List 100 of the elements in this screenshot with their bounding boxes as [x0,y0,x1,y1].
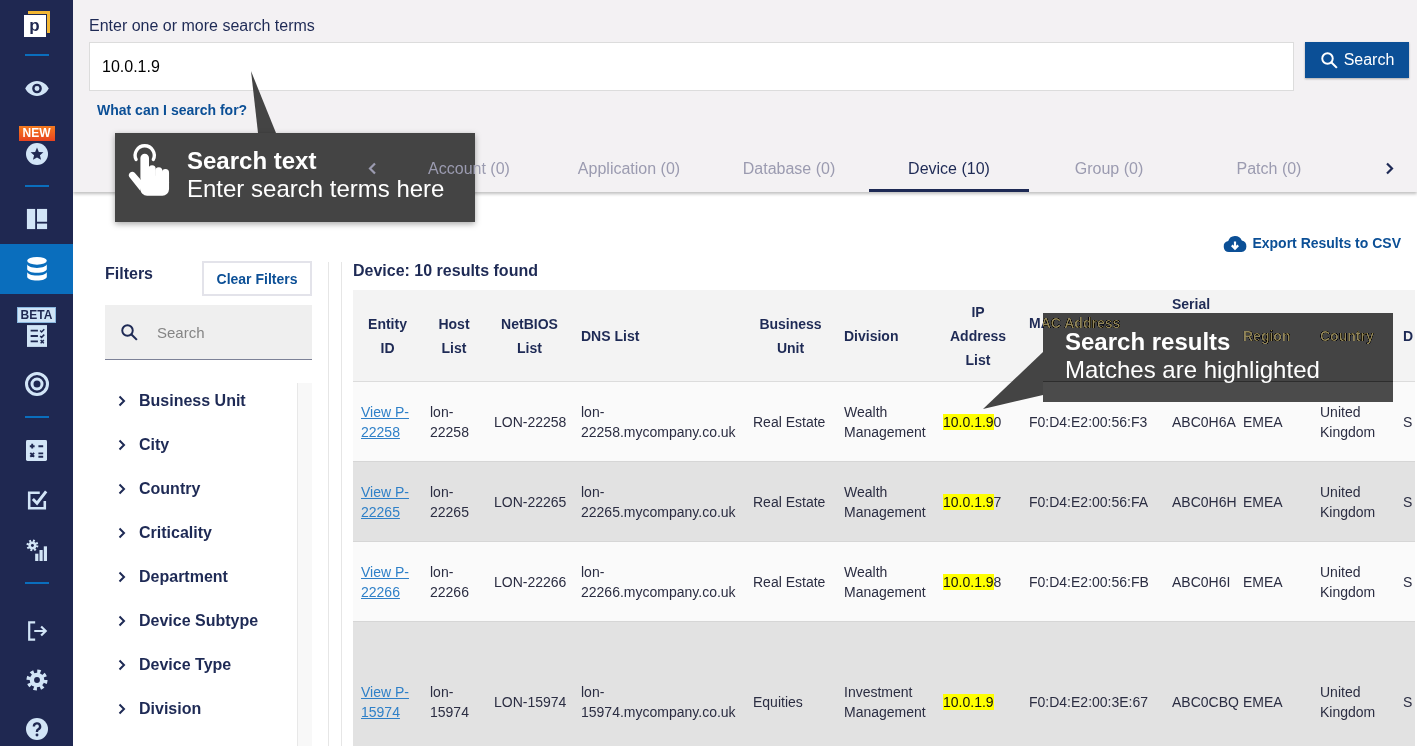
gear-chart-icon [25,539,48,561]
filter-item[interactable]: Device Type [105,643,297,687]
table-cell-text: United Kingdom [1320,482,1377,522]
table-cell-text: Equities [753,692,803,712]
resize-handle[interactable] [328,262,342,746]
column-header: Serial [1172,295,1211,314]
nav-item[interactable]: BETA [0,294,73,359]
table-cell-text: S [1403,692,1413,712]
checkbox-icon [25,489,48,511]
status-badge: BETA [16,307,57,323]
search-button[interactable]: Search [1305,42,1409,78]
column-header: DNS List [581,326,640,346]
table-cell-text: ABC0CBQ [1172,692,1239,712]
table-cell-text: lon-22265.mycompany.co.uk [581,482,737,522]
help-icon [25,717,48,740]
table-cell-text: LON-22265 [494,492,567,512]
table-cell-text: EMEA [1243,692,1283,712]
table-cell-text: EMEA [1243,412,1283,432]
column-header: NetBIOS List [500,314,559,358]
table-cell-text: LON-22258 [494,412,567,432]
layout-icon [25,208,48,230]
table-cell-text: ABC0H6A [1172,412,1236,432]
table-cell-text: S [1403,412,1413,432]
table-cell-text: lon-22258.mycompany.co.uk [581,402,737,442]
table-cell-text: 10.0.1.97 [943,492,1002,512]
table-cell-text: 10.0.1.90 [943,412,1002,432]
filter-item[interactable]: Department [105,555,297,599]
table-cell-text: lon-22266 [430,562,470,602]
pointing-hand-icon [128,143,170,197]
logout-icon [25,619,48,642]
table-cell-text: lon-22258 [430,402,470,442]
table-cell-text: 10.0.1.9 [943,692,994,712]
search-icon [1319,51,1338,69]
chevron-right-icon [118,527,126,539]
tooltip-pointer [251,71,276,133]
table-cell-text: F0:D4:E2:00:56:FA [1029,492,1149,512]
nav-item[interactable] [0,244,73,294]
column-header: IP Address List [949,302,1007,370]
table-cell-text: Investment Management [844,682,927,722]
entity-link[interactable]: View P-22266 [361,561,418,602]
table-cell-text: Wealth Management [844,402,927,442]
checklist-icon [26,325,47,347]
table-cell-text: EMEA [1243,492,1283,512]
chevron-right-icon [118,703,126,715]
table-cell-text: F0:D4:E2:00:56:FB [1029,572,1149,592]
tooltip-text: Enter search terms here [187,175,445,203]
chevron-right-icon [118,483,126,495]
table-cell-text: Real Estate [753,492,826,512]
filter-item[interactable]: Division [105,687,297,731]
tooltip-text: Matches are highlighted [1065,356,1320,384]
chevron-right-icon [118,615,126,627]
table-cell-text: lon-22265 [430,482,470,522]
table-cell-text: ABC0H6I [1172,572,1231,592]
table-cell-text: Wealth Management [844,482,927,522]
calculator-icon [26,439,47,461]
column-header: D [1403,326,1414,346]
column-header: Region [1243,326,1291,346]
filter-item[interactable]: City [105,423,297,467]
table-cell-text: ABC0H6H [1172,492,1237,512]
table-cell-text: United Kingdom [1320,562,1377,602]
chevron-right-icon [1386,162,1394,175]
table-cell-text: lon-15974 [430,682,470,722]
filter-item[interactable]: Device Subtype [105,599,297,643]
filter-item[interactable]: Criticality [105,511,297,555]
chevron-right-icon [118,659,126,671]
chevron-right-icon [118,439,126,451]
settings-icon [25,668,48,691]
table-cell-text: United Kingdom [1320,402,1377,442]
clear-filters-button[interactable]: Clear Filters [202,261,312,296]
filter-search-field[interactable]: Search [105,305,312,360]
app-logo: p [23,10,50,37]
chevron-right-icon [118,395,126,407]
table-cell-text: Real Estate [753,412,826,432]
column-header: Entity ID [367,314,408,358]
eye-icon [24,80,49,96]
cloud-download-icon [1223,234,1248,252]
table-cell-text: EMEA [1243,572,1283,592]
table-cell-text: F0:D4:E2:00:56:F3 [1029,412,1148,432]
target-icon [24,372,49,396]
filter-item[interactable]: Country [105,467,297,511]
column-header: Country [1320,326,1374,346]
search-label: Enter one or more search terms [89,16,316,36]
table-cell-text: LON-22266 [494,572,567,592]
table-cell-text: S [1403,572,1413,592]
table-cell-text: Real Estate [753,572,826,592]
status-badge: NEW [18,126,55,141]
chevron-left-icon [368,162,376,175]
search-icon [120,323,138,341]
tab[interactable]: Device (10) [908,160,990,177]
help-link[interactable]: What can I search for? [97,102,248,118]
search-terms-input[interactable]: 10.0.1.9 [89,42,1294,91]
filter-item[interactable]: Business Unit [105,379,297,423]
table-cell-text: 10.0.1.98 [943,572,1002,592]
table-cell-text: S [1403,492,1413,512]
table-cell-text: United Kingdom [1320,682,1377,722]
column-header: Division [844,326,899,346]
entity-link[interactable]: View P-22258 [361,401,418,442]
export-csv-link[interactable]: Export Results to CSV [1223,232,1401,254]
table-cell-text: lon-15974.mycompany.co.uk [581,682,737,722]
results-heading: Device: 10 results found [353,261,539,281]
